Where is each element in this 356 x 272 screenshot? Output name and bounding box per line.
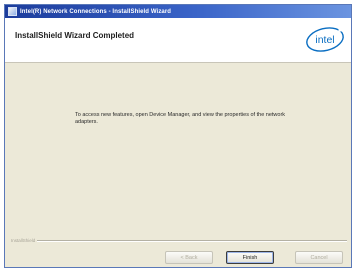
cancel-button[interactable]: Cancel xyxy=(295,251,343,264)
title-bar[interactable]: Intel(R) Network Connections - InstallSh… xyxy=(5,5,351,18)
intel-logo-text: intel xyxy=(315,34,334,46)
back-button[interactable]: < Back xyxy=(165,251,213,264)
window-title: Intel(R) Network Connections - InstallSh… xyxy=(20,8,172,15)
app-icon xyxy=(8,7,17,16)
installshield-branding: InstallShield xyxy=(11,238,347,243)
finish-button[interactable]: Finish xyxy=(226,251,274,264)
installshield-dialog: Intel(R) Network Connections - InstallSh… xyxy=(4,4,352,268)
intel-logo-icon: intel xyxy=(306,27,344,52)
wizard-body: To access new features, open Device Mana… xyxy=(5,63,351,231)
page-title: InstallShield Wizard Completed xyxy=(15,31,135,40)
installshield-brand-label: InstallShield xyxy=(11,238,36,243)
completion-message: To access new features, open Device Mana… xyxy=(75,112,286,125)
wizard-header: InstallShield Wizard Completed intel xyxy=(5,18,351,63)
footer-divider xyxy=(37,239,347,242)
